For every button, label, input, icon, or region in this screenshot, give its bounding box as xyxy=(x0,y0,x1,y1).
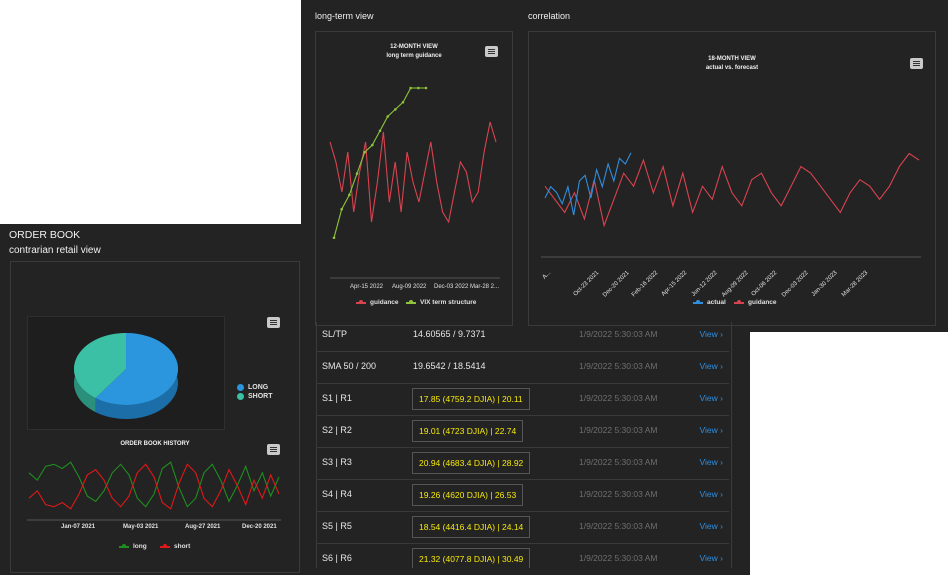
level-row: S4 | R4 19.26 (4620 DJIA) | 26.53 1/9/2022… xyxy=(317,479,729,512)
level-timestamp: 1/9/2022 5:30:03 AM xyxy=(579,425,658,435)
level-timestamp: 1/9/2022 5:30:03 AM xyxy=(579,521,658,531)
vix-point xyxy=(363,150,366,154)
correlation-chart: 18-MONTH VIEW actual vs. forecast A... Oc… xyxy=(528,31,936,326)
vix-point xyxy=(340,207,343,211)
level-row: S3 | R3 20.94 (4683.4 DJIA) | 28.92 1/9/20… xyxy=(317,447,729,480)
legend-guidance[interactable]: guidance xyxy=(734,299,777,306)
view-link[interactable]: View › xyxy=(700,393,723,403)
level-value: 17.85 (4759.2 DJIA) | 20.11 xyxy=(412,388,530,410)
level-value: 19.26 (4620 DJIA) | 26.53 xyxy=(412,484,524,506)
level-value: 19.6542 / 18.5414 xyxy=(413,361,486,371)
x-tick: Dec-20 2021 xyxy=(242,524,277,530)
long-term-section-title: long-term view xyxy=(315,11,374,21)
legend-actual[interactable]: actual xyxy=(693,299,726,306)
level-label: SL/TP xyxy=(322,329,348,339)
level-row: S2 | R2 19.01 (4723 DJIA) | 22.74 1/9/2022… xyxy=(317,415,729,448)
view-link[interactable]: View › xyxy=(700,425,723,435)
level-timestamp: 1/9/2022 5:30:03 AM xyxy=(579,329,658,339)
x-tick: Mar-28 2... xyxy=(470,284,500,290)
long-term-chart: 12-MONTH VIEW long term guidance Apr-15 … xyxy=(315,31,513,326)
legend-long[interactable]: long xyxy=(119,543,147,550)
vix-point xyxy=(332,236,336,240)
level-value: 21.32 (4077.8 DJIA) | 30.49 xyxy=(412,548,531,568)
vix-point xyxy=(378,129,382,133)
order-book-chart: LONG SHORT ORDER BOOK HISTORY Jan-07 202… xyxy=(10,261,300,573)
legend-short[interactable]: short xyxy=(160,543,190,550)
level-value: 19.01 (4723 DJIA) | 22.74 xyxy=(412,420,524,442)
level-label: S6 | R6 xyxy=(322,553,352,563)
level-timestamp: 1/9/2022 5:30:03 AM xyxy=(579,361,658,371)
order-book-panel: ORDER BOOK contrarian retail view LONG S… xyxy=(0,224,301,575)
level-timestamp: 1/9/2022 5:30:03 AM xyxy=(579,457,658,467)
level-value: 14.60565 / 9.7371 xyxy=(413,329,486,339)
level-row: S6 | R6 21.32 (4077.8 DJIA) | 30.49 1/9/20… xyxy=(317,543,729,568)
x-tick: Aug-09 2022 xyxy=(392,284,427,290)
x-tick: Apr-15 2022 xyxy=(350,284,384,290)
vix-point xyxy=(417,86,420,90)
level-label: SMA 50 / 200 xyxy=(322,361,377,371)
vix-point xyxy=(371,143,374,147)
series-long xyxy=(28,461,280,508)
vix-point xyxy=(394,108,397,111)
level-timestamp: 1/9/2022 5:30:03 AM xyxy=(579,393,658,403)
correlation-section-title: correlation xyxy=(528,11,571,21)
view-link[interactable]: View › xyxy=(700,361,723,371)
view-link[interactable]: View › xyxy=(700,521,723,531)
vix-point xyxy=(401,100,405,104)
long-term-plot xyxy=(329,86,500,279)
level-row: S1 | R1 17.85 (4759.2 DJIA) | 20.11 1/9/20… xyxy=(317,383,729,416)
view-link[interactable]: View › xyxy=(700,489,723,499)
series-guidance xyxy=(329,121,497,224)
view-link[interactable]: View › xyxy=(700,457,723,467)
levels-panel: SL/TP 14.60565 / 9.7371 1/9/2022 5:30:03 A… xyxy=(301,322,750,575)
level-row: SL/TP 14.60565 / 9.7371 1/9/2022 5:30:03 A… xyxy=(317,322,729,352)
legend-guidance[interactable]: guidance xyxy=(356,299,399,306)
view-link[interactable]: View › xyxy=(700,329,723,339)
series-short xyxy=(28,463,280,510)
vix-point xyxy=(348,193,351,197)
vix-point xyxy=(424,86,428,90)
x-tick: May-03 2021 xyxy=(123,524,159,530)
level-label: S1 | R1 xyxy=(322,393,352,403)
view-link[interactable]: View › xyxy=(700,553,723,563)
legend-vix[interactable]: VIX term structure xyxy=(406,299,476,306)
level-label: S5 | R5 xyxy=(322,521,352,531)
charts-panel: long-term view correlation 12-MONTH VIEW… xyxy=(301,0,948,332)
vix-point xyxy=(409,86,412,90)
series-guidance xyxy=(544,152,920,228)
level-label: S4 | R4 xyxy=(322,489,352,499)
vix-point xyxy=(355,172,359,175)
order-book-title: ORDER BOOK xyxy=(9,229,81,241)
level-label: S2 | R2 xyxy=(322,425,352,435)
level-timestamp: 1/9/2022 5:30:03 AM xyxy=(579,553,658,563)
level-row: S5 | R5 18.54 (4416.4 DJIA) | 24.14 1/9/20… xyxy=(317,511,729,544)
level-timestamp: 1/9/2022 5:30:03 AM xyxy=(579,489,658,499)
level-value: 20.94 (4683.4 DJIA) | 28.92 xyxy=(412,452,531,474)
x-tick: Dec-03 2022 xyxy=(434,284,469,290)
levels-table: SL/TP 14.60565 / 9.7371 1/9/2022 5:30:03 A… xyxy=(316,322,732,568)
vix-point xyxy=(386,115,389,118)
x-tick: Jan-07 2021 xyxy=(61,524,96,530)
x-tick: Aug-27 2021 xyxy=(185,524,221,530)
level-value: 18.54 (4416.4 DJIA) | 24.14 xyxy=(412,516,531,538)
level-label: S3 | R3 xyxy=(322,457,352,467)
level-row: SMA 50 / 200 19.6542 / 18.5414 1/9/2022 5:… xyxy=(317,351,729,384)
order-book-subtitle: contrarian retail view xyxy=(9,245,101,256)
